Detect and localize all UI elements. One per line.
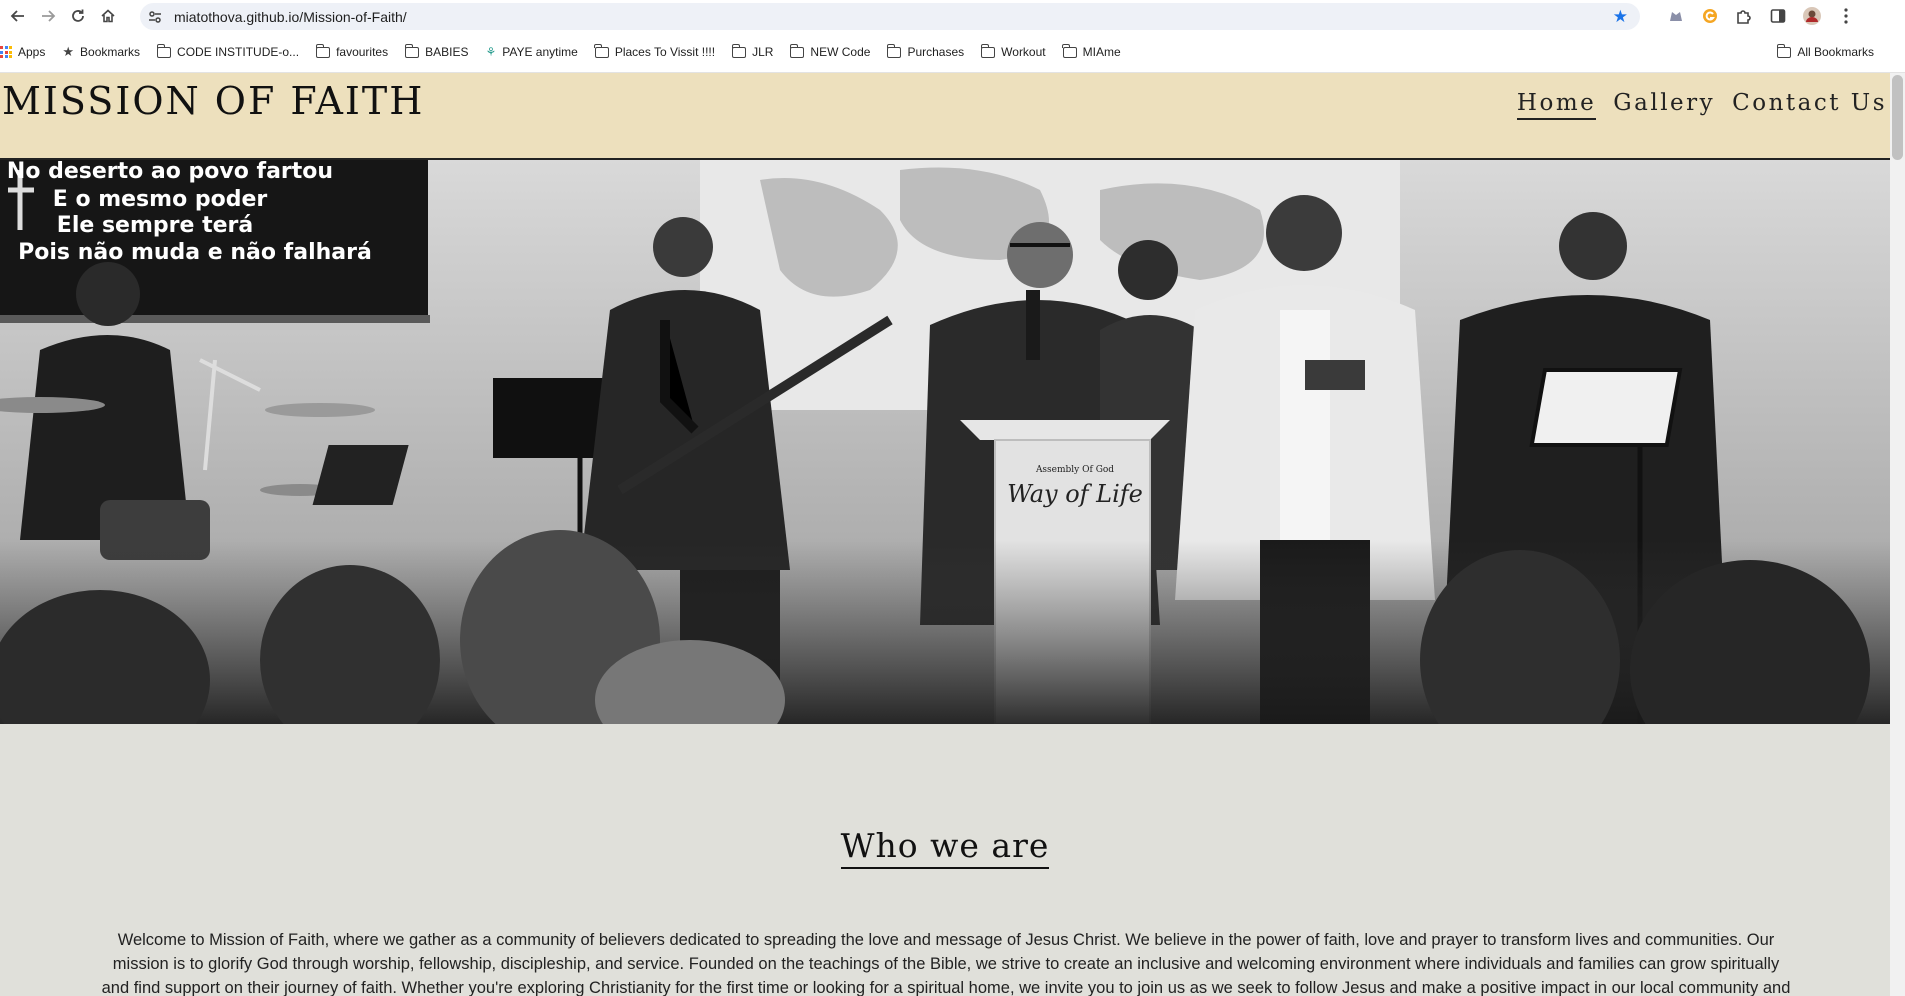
- forward-icon[interactable]: [36, 4, 60, 28]
- site-brand[interactable]: MISSION OF FAITH: [2, 79, 424, 123]
- apps-grid-icon: [0, 46, 12, 58]
- page-scrollbar-thumb[interactable]: [1892, 75, 1903, 160]
- all-bookmarks[interactable]: All Bookmarks: [1776, 43, 1874, 59]
- folder-icon: [315, 43, 331, 58]
- folder-icon: [1062, 43, 1077, 58]
- site-header: MISSION OF FAITH Home Gallery Contact Us: [0, 73, 1905, 160]
- pulpit-logo-text: Way of Life: [1007, 480, 1143, 508]
- bookmark-places-to-vissit[interactable]: Places To Vissit !!!!: [594, 43, 716, 59]
- folder-icon: [1776, 43, 1792, 58]
- pulpit-tagline: Assembly Of God: [1035, 465, 1114, 475]
- extensions-puzzle-icon[interactable]: [1733, 5, 1755, 27]
- folder-icon: [731, 43, 747, 58]
- site-settings-icon[interactable]: [140, 9, 170, 25]
- bookmark-label: JLR: [752, 45, 774, 59]
- browser-toolbar: miatothova.github.io/Mission-of-Faith/ ★: [0, 0, 1905, 32]
- bookmark-label: NEW Code: [810, 45, 871, 59]
- bookmarks-bar: Apps ★ Bookmarks CODE INSTITUDE-o... fav…: [0, 32, 1905, 73]
- bookmark-star-icon[interactable]: ★: [1613, 7, 1628, 27]
- side-panel-icon[interactable]: [1767, 5, 1789, 27]
- folder-icon: [789, 43, 805, 58]
- bookmark-jlr[interactable]: JLR: [731, 43, 774, 59]
- bookmark-label: Bookmarks: [80, 45, 141, 59]
- site-nav: Home Gallery Contact Us: [1516, 90, 1887, 120]
- url-text[interactable]: miatothova.github.io/Mission-of-Faith/: [174, 9, 407, 25]
- bookmark-code-institude[interactable]: CODE INSTITUDE-o...: [156, 43, 300, 59]
- folder-icon: [980, 43, 996, 58]
- toolbar-extensions: [1665, 5, 1857, 27]
- bookmark-paye-anytime[interactable]: ⚘ PAYE anytime: [485, 45, 577, 59]
- folder-icon: [404, 43, 420, 58]
- paye-icon: ⚘: [485, 45, 497, 59]
- bookmark-apps[interactable]: Apps: [0, 45, 45, 59]
- bookmark-label: MIAme: [1082, 45, 1121, 59]
- bookmark-label: Workout: [1001, 45, 1046, 59]
- page-scrollbar[interactable]: [1890, 73, 1905, 996]
- about-heading-text: Who we are: [840, 826, 1050, 869]
- screen-line-3: Ele sempre terá: [57, 213, 253, 238]
- bookmark-purchases[interactable]: Purchases: [886, 43, 965, 59]
- menu-kebab-icon[interactable]: [1835, 5, 1857, 27]
- bookmark-new-code[interactable]: NEW Code: [789, 43, 871, 59]
- profile-avatar-icon[interactable]: [1801, 5, 1823, 27]
- bookmark-bookmarks[interactable]: ★ Bookmarks: [62, 44, 140, 60]
- folder-icon: [594, 43, 609, 58]
- bookmark-label: CODE INSTITUDE-o...: [177, 45, 300, 59]
- folder-icon: [886, 43, 902, 58]
- about-text: Welcome to Mission of Faith, where we ga…: [101, 931, 1791, 996]
- nav-gallery[interactable]: Gallery: [1613, 90, 1715, 120]
- screen-line-1: No deserto ao povo fartou: [7, 160, 333, 184]
- bookmark-label: Purchases: [907, 45, 965, 59]
- screen-line-4: Pois não muda e não falhará: [18, 240, 372, 265]
- bookmark-label: Places To Vissit !!!!: [614, 45, 716, 59]
- bookmark-workout[interactable]: Workout: [980, 43, 1046, 59]
- reload-icon[interactable]: [66, 4, 90, 28]
- bookmark-label: Apps: [18, 45, 46, 59]
- bookmark-label: PAYE anytime: [502, 45, 578, 59]
- bookmark-babies[interactable]: BABIES: [404, 43, 469, 59]
- nav-contact-us[interactable]: Contact Us: [1732, 90, 1887, 120]
- extension-grammarly-icon[interactable]: [1699, 5, 1721, 27]
- nav-home[interactable]: Home: [1516, 90, 1597, 120]
- bookmark-label: favourites: [336, 45, 389, 59]
- hero-image: No deserto ao povo fartou E o mesmo pode…: [0, 160, 1890, 724]
- back-icon[interactable]: [6, 4, 30, 28]
- home-icon[interactable]: [96, 4, 120, 28]
- bookmark-label: BABIES: [425, 45, 469, 59]
- bookmark-favourites[interactable]: favourites: [315, 43, 389, 59]
- screen-line-2: E o mesmo poder: [53, 187, 268, 212]
- hero-photo: No deserto ao povo fartou E o mesmo pode…: [0, 160, 1890, 724]
- star-icon: ★: [62, 44, 75, 59]
- address-bar[interactable]: miatothova.github.io/Mission-of-Faith/ ★: [140, 3, 1640, 30]
- folder-icon: [156, 43, 172, 58]
- about-heading: Who we are: [0, 826, 1890, 869]
- about-section: Who we are Welcome to Mission of Faith, …: [0, 724, 1890, 996]
- bookmark-miame[interactable]: MIAme: [1062, 43, 1121, 59]
- extension-wolf-icon[interactable]: [1665, 5, 1687, 27]
- bookmark-label: All Bookmarks: [1797, 45, 1874, 59]
